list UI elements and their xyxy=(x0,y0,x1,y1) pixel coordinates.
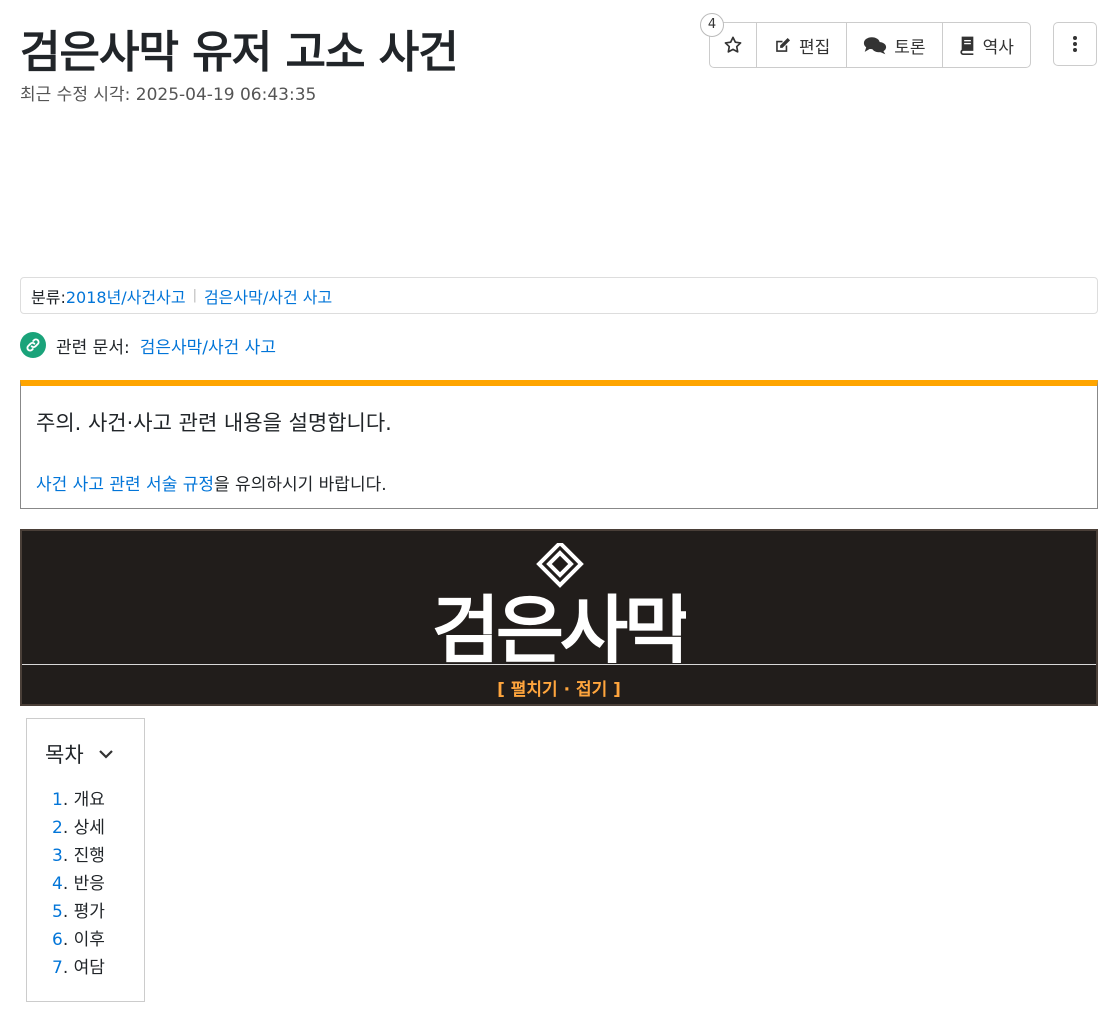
table-of-contents: 목차 1. 개요 2. 상세 3. 진행 4. 반응 5. 평가 6. 이후 7… xyxy=(26,718,145,1002)
more-options-button[interactable] xyxy=(1053,22,1097,66)
star-count-badge: 4 xyxy=(700,13,724,37)
toc-item: 1. 개요 xyxy=(52,790,105,810)
logo-text: 검은사막 xyxy=(434,588,686,663)
toc-item: 2. 상세 xyxy=(52,818,105,838)
toc-item-label: 평가 xyxy=(73,902,105,922)
toc-item-number[interactable]: 4 xyxy=(52,874,63,894)
discuss-label: 토론 xyxy=(894,37,926,58)
toc-item: 7. 여담 xyxy=(52,958,105,978)
chevron-down-icon xyxy=(98,750,113,759)
star-button[interactable]: 4 xyxy=(700,13,757,67)
discuss-button[interactable]: 토론 xyxy=(847,23,943,67)
toc-item-number[interactable]: 6 xyxy=(52,930,63,950)
category-link-2018[interactable]: 2018년/사건사고 xyxy=(66,284,186,308)
history-button[interactable]: 역사 xyxy=(943,23,1030,67)
related-documents: 관련 문서: 검은사막/사건 사고 xyxy=(20,332,276,358)
blackdesert-logo: 검은사막 xyxy=(434,543,686,663)
more-vertical-icon xyxy=(1073,36,1077,52)
toc-item: 5. 평가 xyxy=(52,902,105,922)
toc-item-label: 반응 xyxy=(73,874,105,894)
toc-item-label: 개요 xyxy=(73,790,105,810)
notice-body: 사건 사고 관련 서술 규정을 유의하시기 바랍니다. xyxy=(36,470,387,495)
edit-button[interactable]: 편집 xyxy=(757,23,848,67)
star-icon xyxy=(724,36,742,53)
toc-title: 목차 xyxy=(45,743,84,767)
related-link[interactable]: 검은사막/사건 사고 xyxy=(140,333,276,358)
toc-item-number[interactable]: 2 xyxy=(52,818,63,838)
category-link-blackdesert[interactable]: 검은사막/사건 사고 xyxy=(204,284,332,308)
edit-label: 편집 xyxy=(799,37,831,58)
toc-item-number[interactable]: 1 xyxy=(52,790,63,810)
banner-divider xyxy=(22,664,1096,665)
category-bar: 분류: 2018년/사건사고 | 검은사막/사건 사고 xyxy=(20,277,1098,314)
article-toolbar: 4 편집 토론 역사 xyxy=(700,13,1031,68)
link-icon xyxy=(20,332,46,358)
toc-item-number[interactable]: 5 xyxy=(52,902,63,922)
notice-suffix: 을 유의하시기 바랍니다. xyxy=(214,475,387,495)
book-icon xyxy=(959,36,973,55)
notice-title: 주의. 사건·사고 관련 내용을 설명합니다. xyxy=(36,411,392,435)
toc-item: 6. 이후 xyxy=(52,930,105,950)
pencil-icon xyxy=(776,37,791,52)
last-modified: 최근 수정 시각: 2025-04-19 06:43:35 xyxy=(20,85,317,105)
comments-icon xyxy=(864,36,887,54)
navbox-toggle[interactable]: [ 펼치기 · 접기 ] xyxy=(22,675,1096,700)
game-navbox: 검은사막 [ 펼치기 · 접기 ] xyxy=(20,529,1098,706)
category-label: 분류: xyxy=(31,287,66,307)
history-label: 역사 xyxy=(982,37,1014,58)
related-label: 관련 문서: xyxy=(56,337,130,358)
toc-item-label: 상세 xyxy=(73,818,105,838)
page-title: 검은사막 유저 고소 사건 xyxy=(20,27,459,78)
toc-item-label: 이후 xyxy=(73,930,105,950)
notice-box: 주의. 사건·사고 관련 내용을 설명합니다. 사건 사고 관련 서술 규정을 … xyxy=(20,380,1098,509)
toc-item-number[interactable]: 7 xyxy=(52,958,63,978)
toc-toggle[interactable]: 목차 xyxy=(45,739,114,769)
toc-list: 1. 개요 2. 상세 3. 진행 4. 반응 5. 평가 6. 이후 7. 여… xyxy=(52,786,105,982)
toc-item: 3. 진행 xyxy=(52,846,105,866)
toc-item-number[interactable]: 3 xyxy=(52,846,63,866)
toc-item-label: 진행 xyxy=(73,846,105,866)
category-separator: | xyxy=(192,288,197,303)
toc-item-label: 여담 xyxy=(73,958,105,978)
toc-item: 4. 반응 xyxy=(52,874,105,894)
notice-rules-link[interactable]: 사건 사고 관련 서술 규정 xyxy=(36,475,214,495)
